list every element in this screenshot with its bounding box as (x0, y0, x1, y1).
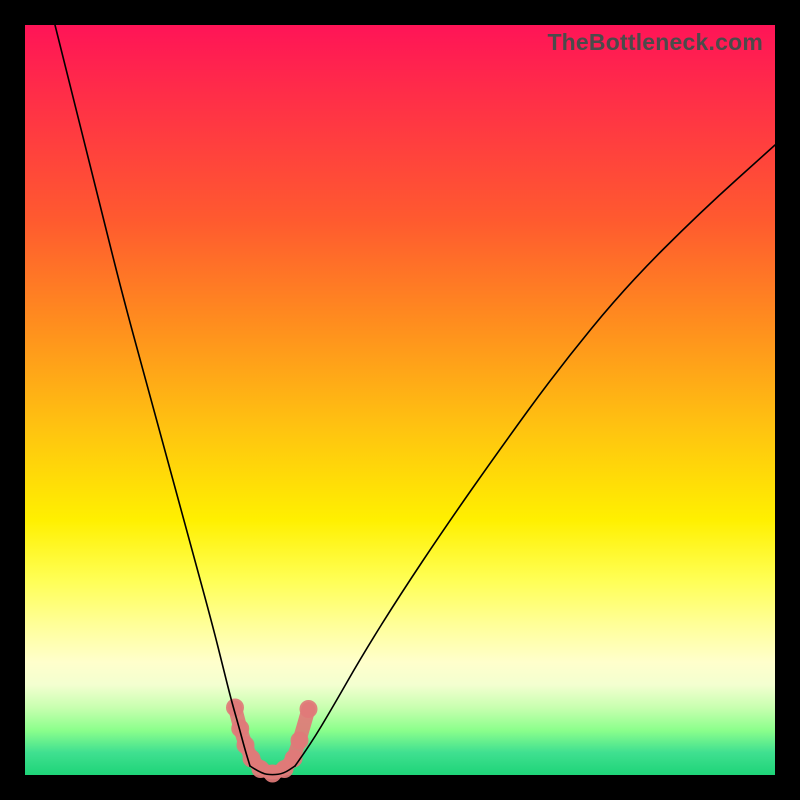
marker-dot (291, 732, 309, 750)
marker-dot (300, 700, 318, 718)
curve-left-branch (55, 25, 250, 766)
curve-svg (25, 25, 775, 775)
bottleneck-chart: TheBottleneck.com (25, 25, 775, 775)
curve-right-branch (295, 145, 775, 766)
outer-black-frame: TheBottleneck.com (0, 0, 800, 800)
salmon-markers (226, 699, 318, 783)
